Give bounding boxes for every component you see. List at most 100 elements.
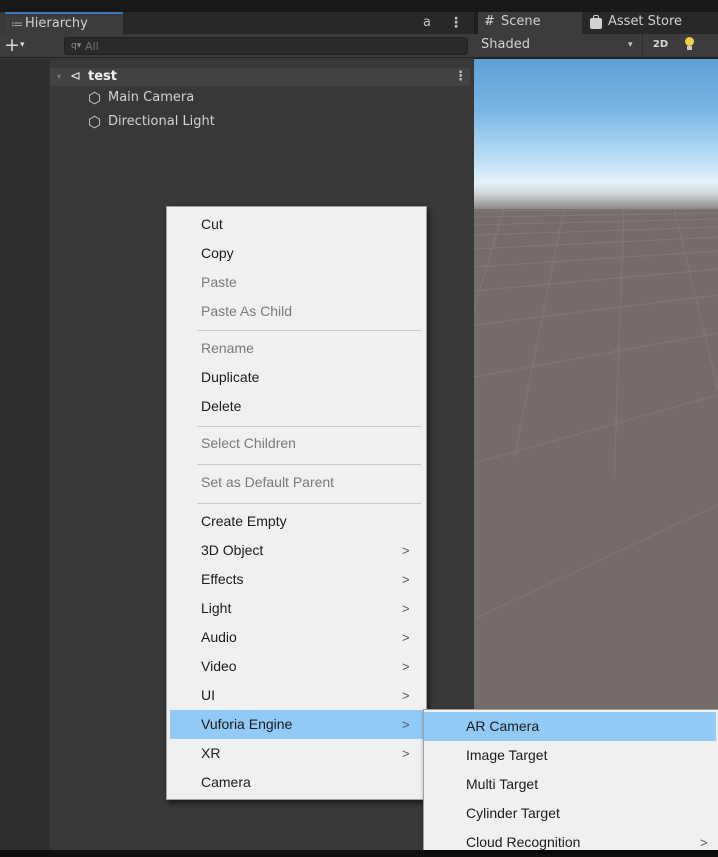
submenu-item-multi-target[interactable]: Multi Target [424,770,716,799]
menu-item-paste[interactable]: Paste [170,268,423,297]
scene-row-test[interactable]: ▾ ⊲ test ⋮ [50,68,470,86]
menu-separator [197,426,421,427]
vuforia-engine-submenu: AR Camera Image Target Multi Target Cylinde… [423,709,718,850]
fold-arrow-icon[interactable]: ▾ [57,68,61,86]
scene-menu-icon[interactable]: ⋮ [454,68,467,86]
menu-item-label: Vuforia Engine [201,716,293,732]
hierarchy-item-directional-light[interactable]: ⬡ Directional Light [88,113,388,131]
submenu-item-image-target[interactable]: Image Target [424,741,716,770]
menu-item-effects[interactable]: Effects > [170,565,423,594]
bulb-base-shape [687,46,692,50]
menu-item-ui[interactable]: UI > [170,681,423,710]
menu-item-label: Select Children [201,435,296,451]
tab-bar-background [123,12,474,34]
menu-item-label: Video [201,658,237,674]
search-field[interactable]: q▾ [64,37,468,55]
chevron-right-icon: > [402,543,410,558]
hierarchy-context-menu: Cut Copy Paste Paste As Child Rename Duplicat… [166,206,427,800]
menu-item-xr[interactable]: XR > [170,739,423,768]
menu-item-create-empty[interactable]: Create Empty [170,507,423,536]
menu-separator [197,503,421,504]
tab-hierarchy-label: Hierarchy [25,16,88,31]
menu-item-label: Paste As Child [201,303,293,319]
window-top-strip [0,0,474,12]
menu-item-audio[interactable]: Audio > [170,623,423,652]
chevron-right-icon: > [402,717,410,732]
search-input[interactable] [85,38,455,54]
panel-menu-icon[interactable]: ⋮ [449,14,463,32]
menu-item-select-children[interactable]: Select Children [170,429,423,458]
tab-asset-store-label: Asset Store [608,14,683,29]
submenu-item-label: Multi Target [466,776,539,792]
tab-scene-label: Scene [501,14,541,29]
hierarchy-item-label: Directional Light [108,114,215,129]
menu-item-rename[interactable]: Rename [170,334,423,363]
menu-separator [197,330,421,331]
grid-hash-icon: # [484,14,495,29]
menu-item-cut[interactable]: Cut [170,210,423,239]
tab-asset-store[interactable]: Asset Store [582,12,718,34]
unity-scene-icon: ⊲ [70,69,81,84]
menu-separator [197,464,421,465]
hierarchy-toolbar: + ▾ q▾ [0,34,474,58]
menu-item-3d-object[interactable]: 3D Object > [170,536,423,565]
add-object-button[interactable]: + [2,36,36,56]
tab-hierarchy[interactable]: ≔ Hierarchy [5,12,123,34]
hierarchy-gutter [0,59,50,850]
chevron-right-icon: > [402,630,410,645]
menu-item-label: Cut [201,216,223,232]
window-top-strip [474,0,718,12]
chevron-right-icon: > [402,746,410,761]
gameobject-cube-icon: ⬡ [88,113,102,131]
toggle-2d-button[interactable]: 2D [642,34,678,57]
chevron-right-icon: > [700,835,708,850]
submenu-item-cloud-recognition[interactable]: Cloud Recognition > [424,828,716,857]
menu-item-label: Set as Default Parent [201,474,335,490]
menu-item-paste-as-child[interactable]: Paste As Child [170,297,423,326]
menu-item-label: XR [201,745,221,761]
submenu-item-label: Cloud Recognition [466,834,581,850]
menu-item-label: UI [201,687,215,703]
chevron-right-icon: > [402,659,410,674]
submenu-item-label: AR Camera [466,718,540,734]
plus-icon: + [4,34,20,56]
menu-item-label: Create Empty [201,513,287,529]
menu-item-duplicate[interactable]: Duplicate [170,363,423,392]
hierarchy-item-label: Main Camera [108,90,195,105]
submenu-item-ar-camera[interactable]: AR Camera [424,712,716,741]
menu-item-copy[interactable]: Copy [170,239,423,268]
tab-scene[interactable]: # Scene [478,12,582,34]
menu-item-label: Light [201,600,232,616]
menu-item-label: 3D Object [201,542,264,558]
menu-item-label: Delete [201,398,242,414]
menu-item-set-as-default-parent[interactable]: Set as Default Parent [170,468,423,497]
menu-item-label: Camera [201,774,251,790]
scene-toolbar: Shaded ▾ 2D [474,34,718,58]
list-icon: ≔ [11,17,23,31]
shopping-bag-icon [590,15,602,29]
lighting-toggle-icon[interactable] [682,37,696,55]
chevron-right-icon: > [402,601,410,616]
bulb-shape [685,37,694,46]
shading-mode-dropdown[interactable]: Shaded ▾ [478,34,668,57]
scene-name: test [88,69,117,84]
menu-item-video[interactable]: Video > [170,652,423,681]
menu-item-camera[interactable]: Camera [170,768,423,797]
search-icon[interactable]: q▾ [71,38,81,54]
menu-item-vuforia-engine[interactable]: Vuforia Engine > [170,710,423,739]
menu-item-light[interactable]: Light > [170,594,423,623]
dropdown-arrow-icon: ▾ [20,40,25,50]
hierarchy-item-main-camera[interactable]: ⬡ Main Camera [88,89,388,107]
chevron-right-icon: > [402,572,410,587]
menu-item-label: Effects [201,571,244,587]
shading-mode-label: Shaded [481,37,530,52]
submenu-item-cylinder-target[interactable]: Cylinder Target [424,799,716,828]
menu-item-label: Duplicate [201,369,260,385]
menu-item-label: Audio [201,629,237,645]
menu-item-delete[interactable]: Delete [170,392,423,421]
submenu-item-label: Cylinder Target [466,805,560,821]
lock-icon[interactable]: a [423,14,431,32]
gameobject-cube-icon: ⬡ [88,89,102,107]
chevron-right-icon: > [402,688,410,703]
menu-item-label: Copy [201,245,234,261]
